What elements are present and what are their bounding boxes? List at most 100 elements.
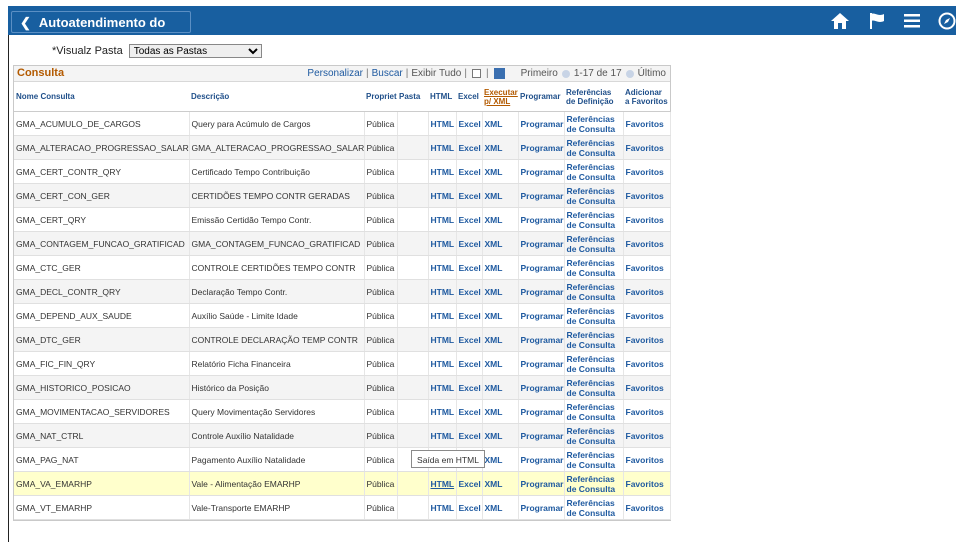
refs-link[interactable]: Referências de Consulta [564, 327, 624, 352]
xml-link[interactable]: XML [482, 399, 519, 424]
excel-link[interactable]: Excel [456, 495, 483, 520]
html-link[interactable]: HTML [428, 423, 457, 448]
favorites-link[interactable]: Favoritos [623, 447, 671, 472]
schedule-link[interactable]: Programar [518, 255, 565, 280]
html-link[interactable]: HTML [428, 159, 457, 184]
favorites-link[interactable]: Favoritos [623, 183, 671, 208]
refs-link[interactable]: Referências de Consulta [564, 255, 624, 280]
excel-link[interactable]: Excel [456, 255, 483, 280]
xml-link[interactable]: XML [482, 159, 519, 184]
zoom-grid-icon[interactable] [471, 69, 481, 78]
refs-link[interactable]: Referências de Consulta [564, 351, 624, 376]
refs-link[interactable]: Referências de Consulta [564, 423, 624, 448]
schedule-link[interactable]: Programar [518, 447, 565, 472]
col-desc[interactable]: Descrição [189, 82, 364, 112]
schedule-link[interactable]: Programar [518, 159, 565, 184]
html-link[interactable]: HTML [428, 327, 457, 352]
html-link[interactable]: HTML [428, 351, 457, 376]
excel-link[interactable]: Excel [456, 135, 483, 160]
view-all-link[interactable]: Exibir Tudo [411, 68, 461, 79]
favorites-link[interactable]: Favoritos [623, 231, 671, 256]
favorites-link[interactable]: Favoritos [623, 471, 671, 496]
excel-link[interactable]: Excel [456, 279, 483, 304]
xml-link[interactable]: XML [482, 495, 519, 520]
refs-link[interactable]: Referências de Consulta [564, 495, 624, 520]
xml-link[interactable]: XML [482, 255, 519, 280]
refs-link[interactable]: Referências de Consulta [564, 375, 624, 400]
next-arrow-icon[interactable] [625, 69, 634, 78]
html-link[interactable]: HTML [428, 183, 457, 208]
favorites-link[interactable]: Favoritos [623, 207, 671, 232]
excel-link[interactable]: Excel [456, 111, 483, 136]
schedule-link[interactable]: Programar [518, 399, 565, 424]
refs-link[interactable]: Referências de Consulta [564, 183, 624, 208]
refs-link[interactable]: Referências de Consulta [564, 279, 624, 304]
xml-link[interactable]: XML [482, 207, 519, 232]
favorites-link[interactable]: Favoritos [623, 255, 671, 280]
back-button[interactable]: ❮ Autoatendimento do Gerente [11, 11, 191, 52]
excel-link[interactable]: Excel [456, 399, 483, 424]
html-link[interactable]: HTML [428, 495, 457, 520]
html-link[interactable]: HTML [428, 255, 457, 280]
flag-icon[interactable] [868, 12, 886, 30]
favorites-link[interactable]: Favoritos [623, 399, 671, 424]
schedule-link[interactable]: Programar [518, 231, 565, 256]
html-link[interactable]: HTML [428, 135, 457, 160]
personalize-link[interactable]: Personalizar [307, 68, 363, 79]
html-link[interactable]: HTML [428, 471, 457, 496]
schedule-link[interactable]: Programar [518, 327, 565, 352]
refs-link[interactable]: Referências de Consulta [564, 111, 624, 136]
html-link[interactable]: HTML [428, 111, 457, 136]
xml-link[interactable]: XML [482, 423, 519, 448]
favorites-link[interactable]: Favoritos [623, 303, 671, 328]
col-name[interactable]: Nome Consulta [14, 82, 189, 112]
col-owner[interactable]: Propriet [364, 82, 397, 112]
xml-link[interactable]: XML [482, 279, 519, 304]
xml-link[interactable]: XML [482, 135, 519, 160]
favorites-link[interactable]: Favoritos [623, 135, 671, 160]
schedule-link[interactable]: Programar [518, 279, 565, 304]
refs-link[interactable]: Referências de Consulta [564, 135, 624, 160]
home-icon[interactable] [830, 12, 850, 30]
favorites-link[interactable]: Favoritos [623, 375, 671, 400]
refs-link[interactable]: Referências de Consulta [564, 159, 624, 184]
schedule-link[interactable]: Programar [518, 183, 565, 208]
schedule-link[interactable]: Programar [518, 207, 565, 232]
xml-link[interactable]: XML [482, 351, 519, 376]
excel-link[interactable]: Excel [456, 303, 483, 328]
xml-link[interactable]: XML [482, 183, 519, 208]
excel-link[interactable]: Excel [456, 231, 483, 256]
refs-link[interactable]: Referências de Consulta [564, 231, 624, 256]
favorites-link[interactable]: Favoritos [623, 351, 671, 376]
refs-link[interactable]: Referências de Consulta [564, 399, 624, 424]
excel-link[interactable]: Excel [456, 159, 483, 184]
xml-link[interactable]: XML [482, 471, 519, 496]
find-link[interactable]: Buscar [372, 68, 403, 79]
html-link[interactable]: HTML [428, 207, 457, 232]
html-link[interactable]: HTML [428, 303, 457, 328]
favorites-link[interactable]: Favoritos [623, 111, 671, 136]
schedule-link[interactable]: Programar [518, 111, 565, 136]
schedule-link[interactable]: Programar [518, 135, 565, 160]
html-link[interactable]: HTML [428, 399, 457, 424]
favorites-link[interactable]: Favoritos [623, 495, 671, 520]
refs-link[interactable]: Referências de Consulta [564, 471, 624, 496]
schedule-link[interactable]: Programar [518, 423, 565, 448]
schedule-link[interactable]: Programar [518, 303, 565, 328]
xml-link[interactable]: XML [482, 231, 519, 256]
refs-link[interactable]: Referências de Consulta [564, 447, 624, 472]
menu-icon[interactable] [904, 14, 920, 28]
schedule-link[interactable]: Programar [518, 375, 565, 400]
excel-link[interactable]: Excel [456, 375, 483, 400]
html-link[interactable]: HTML [428, 231, 457, 256]
col-xml[interactable]: Executar p/ XML [482, 82, 518, 112]
excel-link[interactable]: Excel [456, 183, 483, 208]
schedule-link[interactable]: Programar [518, 351, 565, 376]
compass-icon[interactable] [938, 12, 956, 30]
xml-link[interactable]: XML [482, 375, 519, 400]
refs-link[interactable]: Referências de Consulta [564, 207, 624, 232]
col-folder[interactable]: Pasta [397, 82, 428, 112]
excel-link[interactable]: Excel [456, 207, 483, 232]
schedule-link[interactable]: Programar [518, 471, 565, 496]
html-link[interactable]: HTML [428, 279, 457, 304]
